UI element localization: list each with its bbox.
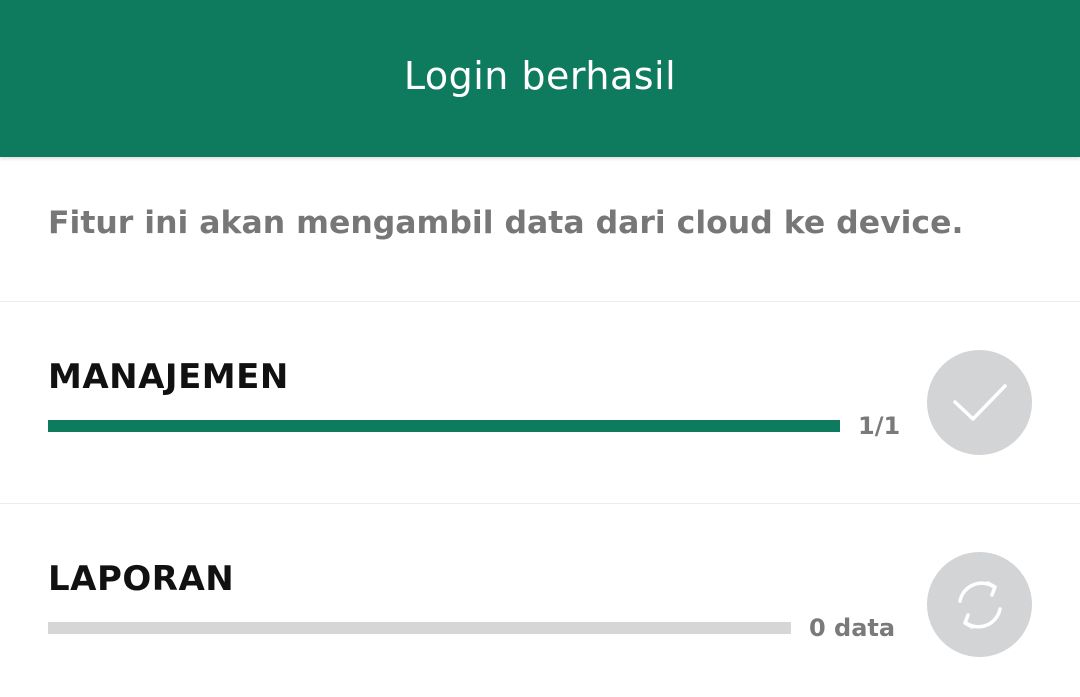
progress-bar: [48, 622, 791, 634]
sync-item-count: 0 data: [809, 614, 896, 642]
divider: [0, 503, 1080, 504]
check-icon: [952, 383, 1007, 421]
page-title: Login berhasil: [403, 53, 677, 98]
app-header: Login berhasil: [0, 0, 1080, 157]
progress-bar: [48, 420, 840, 432]
sync-item-count: 1/1: [858, 412, 901, 440]
divider: [0, 301, 1080, 302]
sync-status-button[interactable]: [927, 552, 1032, 657]
sync-status-button[interactable]: [927, 350, 1032, 455]
progress-bar-fill: [48, 420, 840, 432]
sync-icon: [957, 580, 1002, 629]
description-text: Fitur ini akan mengambil data dari cloud…: [48, 205, 964, 241]
sync-item-label: LAPORAN: [48, 559, 235, 599]
sync-item-label: MANAJEMEN: [48, 357, 289, 397]
